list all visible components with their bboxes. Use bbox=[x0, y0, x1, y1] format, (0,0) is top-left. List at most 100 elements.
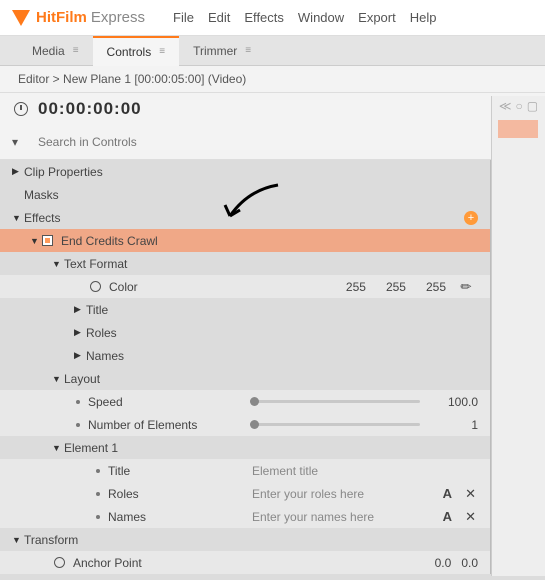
label: Names bbox=[108, 510, 146, 524]
tab-trimmer[interactable]: Trimmer≡ bbox=[179, 37, 265, 65]
bullet-icon bbox=[96, 515, 100, 519]
font-icon[interactable]: A bbox=[443, 509, 452, 524]
titlebar: HitFilm Express File Edit Effects Window… bbox=[0, 0, 545, 36]
label: Title bbox=[86, 303, 108, 317]
bullet-icon bbox=[96, 469, 100, 473]
eyedropper-icon[interactable]: ✎ bbox=[457, 277, 476, 296]
menu-export[interactable]: Export bbox=[358, 10, 396, 25]
chevron-right-icon[interactable]: ▶ bbox=[74, 304, 86, 315]
label: Speed bbox=[88, 395, 123, 409]
label: Roles bbox=[86, 326, 117, 340]
row-effects[interactable]: ▼ Effects + bbox=[0, 206, 490, 229]
row-names[interactable]: ▶ Names bbox=[0, 344, 490, 367]
menu-window[interactable]: Window bbox=[298, 10, 344, 25]
label: Layout bbox=[64, 372, 100, 386]
effect-toggle-icon[interactable] bbox=[42, 235, 53, 246]
tab-controls[interactable]: Controls≡ bbox=[93, 36, 180, 66]
row-anchor-point[interactable]: Anchor Point 0.0 0.0 bbox=[0, 551, 490, 574]
names-input[interactable]: Enter your names here bbox=[252, 510, 374, 524]
chevron-right-icon[interactable]: ▶ bbox=[74, 350, 86, 361]
label: End Credits Crawl bbox=[61, 234, 158, 248]
add-effect-icon[interactable]: + bbox=[464, 211, 478, 225]
timebar: 00:00:00:00 ⬛ bbox=[0, 93, 545, 125]
logo-text-1: HitFilm bbox=[36, 9, 87, 26]
row-masks[interactable]: Masks bbox=[0, 183, 490, 206]
speed-slider[interactable] bbox=[250, 400, 420, 403]
label: Element 1 bbox=[64, 441, 118, 455]
num-elements-slider[interactable] bbox=[250, 423, 420, 426]
timecode[interactable]: 00:00:00:00 bbox=[38, 99, 142, 119]
row-color[interactable]: Color 255 255 255 ✎ bbox=[0, 275, 490, 298]
row-speed[interactable]: Speed 100.0 bbox=[0, 390, 490, 413]
row-end-credits-crawl[interactable]: ▼ End Credits Crawl bbox=[0, 229, 490, 252]
logo-text-2: Express bbox=[91, 9, 145, 26]
label: Transform bbox=[24, 533, 78, 547]
tab-media[interactable]: Media≡ bbox=[18, 37, 93, 65]
row-text-format[interactable]: ▼ Text Format bbox=[0, 252, 490, 275]
chevron-down-icon[interactable]: ▼ bbox=[52, 259, 64, 269]
chevron-down-icon[interactable]: ▼ bbox=[30, 236, 42, 246]
timeline-strip bbox=[498, 120, 538, 138]
label: Text Format bbox=[64, 257, 127, 271]
row-transform[interactable]: ▼ Transform bbox=[0, 528, 490, 551]
bullet-icon bbox=[76, 423, 80, 427]
side-nav-icons[interactable]: ≪ ○ ▢ bbox=[492, 96, 545, 116]
color-values[interactable]: 255 255 255 bbox=[346, 280, 446, 294]
side-panel: ≪ ○ ▢ bbox=[491, 96, 545, 576]
bullet-icon bbox=[76, 400, 80, 404]
label: Anchor Point bbox=[73, 556, 142, 570]
menu-edit[interactable]: Edit bbox=[208, 10, 230, 25]
hamburger-icon: ≡ bbox=[159, 46, 165, 57]
close-icon[interactable]: ✕ bbox=[465, 509, 476, 525]
label: Roles bbox=[108, 487, 139, 501]
chevron-down-icon[interactable]: ▼ bbox=[12, 213, 24, 223]
searchbar: ▾ ☰ ☰ bbox=[0, 125, 545, 160]
hamburger-icon: ≡ bbox=[245, 45, 251, 56]
close-icon[interactable]: ✕ bbox=[465, 486, 476, 502]
font-icon[interactable]: A bbox=[443, 486, 452, 501]
menu-file[interactable]: File bbox=[173, 10, 194, 25]
menu-effects[interactable]: Effects bbox=[244, 10, 284, 25]
roles-input[interactable]: Enter your roles here bbox=[252, 487, 364, 501]
breadcrumb: Editor > New Plane 1 [00:00:05:00] (Vide… bbox=[0, 66, 545, 93]
row-num-elements[interactable]: Number of Elements 1 bbox=[0, 413, 490, 436]
filter-icon[interactable]: ▾ bbox=[12, 135, 26, 149]
label: Color bbox=[109, 280, 138, 294]
speed-value[interactable]: 100.0 bbox=[448, 395, 478, 409]
label: Number of Elements bbox=[88, 418, 197, 432]
row-el-names[interactable]: Names Enter your names here A ✕ bbox=[0, 505, 490, 528]
row-el-title[interactable]: Title Element title bbox=[0, 459, 490, 482]
label: Effects bbox=[24, 211, 60, 225]
stop-icon[interactable]: ▢ bbox=[527, 99, 538, 113]
menu-help[interactable]: Help bbox=[410, 10, 437, 25]
row-roles[interactable]: ▶ Roles bbox=[0, 321, 490, 344]
label: Names bbox=[86, 349, 124, 363]
num-elements-value[interactable]: 1 bbox=[471, 418, 478, 432]
chevron-right-icon[interactable]: ▶ bbox=[12, 166, 24, 177]
tabbar: Media≡ Controls≡ Trimmer≡ bbox=[0, 36, 545, 66]
title-input[interactable]: Element title bbox=[252, 464, 318, 478]
label: Title bbox=[108, 464, 130, 478]
row-el-roles[interactable]: Roles Enter your roles here A ✕ bbox=[0, 482, 490, 505]
hamburger-icon: ≡ bbox=[73, 45, 79, 56]
chevron-down-icon[interactable]: ▼ bbox=[52, 443, 64, 453]
rewind-icon[interactable]: ≪ bbox=[499, 99, 512, 113]
row-title[interactable]: ▶ Title bbox=[0, 298, 490, 321]
chevron-right-icon[interactable]: ▶ bbox=[74, 327, 86, 338]
keyframe-icon[interactable] bbox=[90, 281, 101, 292]
clock-icon bbox=[14, 102, 28, 116]
anchor-values[interactable]: 0.0 0.0 bbox=[435, 556, 478, 570]
circle-icon[interactable]: ○ bbox=[515, 99, 522, 113]
chevron-down-icon[interactable]: ▼ bbox=[52, 374, 64, 384]
label: Clip Properties bbox=[24, 165, 103, 179]
row-layout[interactable]: ▼ Layout bbox=[0, 367, 490, 390]
chevron-down-icon[interactable]: ▼ bbox=[12, 535, 24, 545]
search-input[interactable] bbox=[32, 129, 498, 155]
logo-icon bbox=[12, 10, 30, 26]
keyframe-icon[interactable] bbox=[54, 557, 65, 568]
controls-panel: ▶ Clip Properties Masks ▼ Effects + ▼ En… bbox=[0, 160, 491, 574]
row-element-1[interactable]: ▼ Element 1 bbox=[0, 436, 490, 459]
bullet-icon bbox=[96, 492, 100, 496]
row-clip-properties[interactable]: ▶ Clip Properties bbox=[0, 160, 490, 183]
label: Masks bbox=[24, 188, 59, 202]
